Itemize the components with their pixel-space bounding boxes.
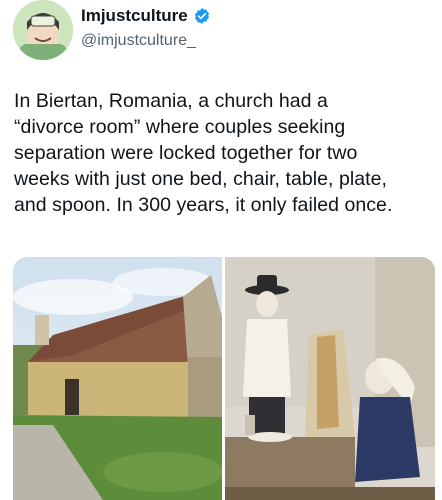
author-handle[interactable]: @imjustculture_: [81, 31, 196, 51]
church-exterior-photo[interactable]: [13, 257, 222, 500]
tweet-text: In Biertan, Romania, a church had a “div…: [14, 88, 432, 218]
tweet-media: [13, 257, 435, 500]
divorce-room-interior-photo[interactable]: [225, 257, 435, 500]
verified-badge-icon: [193, 7, 211, 25]
tweet-text-line: and spoon. In 300 years, it only failed …: [14, 194, 393, 216]
author-display-name[interactable]: Imjustculture: [81, 6, 188, 26]
avatar[interactable]: [13, 0, 73, 60]
tweet-text-line: separation were locked together for two: [14, 142, 358, 164]
author-name-row: Imjustculture: [81, 6, 211, 26]
tweet-post: Imjustculture @imjustculture_ In Biertan…: [0, 0, 442, 500]
avatar-illustration-icon: [13, 0, 73, 60]
tweet-text-line: weeks with just one bed, chair, table, p…: [14, 168, 387, 190]
tweet-text-line: “divorce room” where couples seeking: [14, 116, 346, 138]
tweet-text-line: In Biertan, Romania, a church had a: [14, 90, 328, 112]
